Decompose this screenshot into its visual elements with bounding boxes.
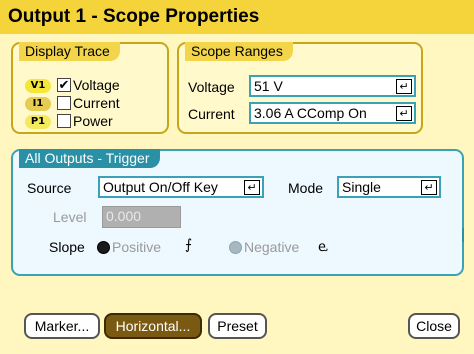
scope-ranges-title: Scope Ranges <box>185 42 293 61</box>
group-edge-marker <box>462 228 464 242</box>
current-range-value: 3.06 A CComp On <box>254 105 367 121</box>
current-range-field[interactable]: 3.06 A CComp On ↵ <box>249 102 416 124</box>
trace-badge-p1: P1 <box>25 115 51 129</box>
trace-badge-i1: I1 <box>25 97 51 111</box>
voltage-trace-label: Voltage <box>73 77 120 93</box>
power-trace-checkbox[interactable] <box>57 114 71 128</box>
current-trace-label: Current <box>73 95 120 111</box>
slope-negative-label: Negative <box>244 239 300 255</box>
trace-badge-v1: V1 <box>25 79 51 93</box>
display-trace-title: Display Trace <box>19 42 120 61</box>
enter-icon[interactable]: ↵ <box>396 106 412 121</box>
voltage-trace-checkbox[interactable]: ✔ <box>57 78 71 92</box>
close-button[interactable]: Close <box>408 313 460 339</box>
level-label: Level <box>53 209 87 225</box>
falling-edge-icon: ⱸ <box>318 239 328 255</box>
horizontal-button[interactable]: Horizontal... <box>104 313 202 339</box>
slope-negative-radio[interactable] <box>229 241 242 254</box>
enter-icon[interactable]: ↵ <box>421 180 437 195</box>
display-trace-group: Display Trace V1 ✔ Voltage I1 Current P1… <box>11 42 169 134</box>
slope-label: Slope <box>49 239 85 255</box>
voltage-range-field[interactable]: 51 V ↵ <box>249 75 416 97</box>
voltage-range-label: Voltage <box>188 79 235 95</box>
current-range-label: Current <box>188 106 235 122</box>
level-field: 0.000 <box>102 206 181 228</box>
source-label: Source <box>27 180 72 196</box>
preset-button[interactable]: Preset <box>208 313 267 339</box>
enter-icon[interactable]: ↵ <box>244 180 260 195</box>
power-trace-label: Power <box>73 113 113 129</box>
mode-field[interactable]: Single ↵ <box>337 176 441 198</box>
scope-ranges-group: Scope Ranges Voltage 51 V ↵ Current 3.06… <box>177 42 423 134</box>
current-trace-checkbox[interactable] <box>57 96 71 110</box>
mode-value: Single <box>342 179 381 195</box>
voltage-range-value: 51 V <box>254 78 283 94</box>
window-title: Output 1 - Scope Properties <box>8 6 260 27</box>
slope-positive-radio[interactable] <box>97 241 110 254</box>
source-field[interactable]: Output On/Off Key ↵ <box>98 176 264 198</box>
trigger-group: All Outputs - Trigger Source Output On/O… <box>11 149 464 276</box>
title-bar: Output 1 - Scope Properties <box>0 0 474 34</box>
mode-label: Mode <box>288 180 324 196</box>
enter-icon[interactable]: ↵ <box>396 79 412 94</box>
slope-positive-label: Positive <box>112 239 162 255</box>
trigger-title: All Outputs - Trigger <box>19 149 160 168</box>
rising-edge-icon: ⨍ <box>185 237 193 253</box>
properties-panel: Display Trace V1 ✔ Voltage I1 Current P1… <box>0 34 474 354</box>
marker-button[interactable]: Marker... <box>24 313 100 339</box>
source-value: Output On/Off Key <box>103 179 218 195</box>
